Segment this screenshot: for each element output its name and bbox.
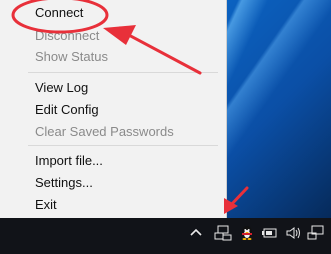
menu-item-view-log[interactable]: View Log: [35, 79, 88, 97]
menu-item-disconnect: Disconnect: [35, 27, 99, 45]
penguin-icon: [242, 226, 252, 240]
battery-icon[interactable]: [261, 224, 279, 242]
menu-item-label: Import file...: [35, 153, 103, 168]
menu-separator: [28, 72, 218, 73]
menu-item-label: Exit: [35, 197, 57, 212]
menu-item-label: Edit Config: [35, 102, 99, 117]
chevron-up-icon: [190, 228, 202, 236]
context-menu: Connect Disconnect Show Status View Log …: [0, 0, 227, 218]
menu-item-exit[interactable]: Exit: [35, 196, 57, 214]
menu-item-settings[interactable]: Settings...: [35, 174, 93, 192]
penguin-icon[interactable]: [238, 224, 256, 242]
volume-icon[interactable]: [284, 224, 302, 242]
menu-item-label: Connect: [35, 5, 84, 20]
menu-item-label: Show Status: [35, 49, 108, 64]
menu-item-clear-saved-passwords: Clear Saved Passwords: [35, 123, 174, 141]
menu-item-show-status: Show Status: [35, 48, 108, 66]
battery-icon: [262, 228, 277, 238]
network-icon: [214, 225, 232, 241]
menu-item-label: View Log: [35, 80, 89, 95]
chevron-up-icon[interactable]: [187, 224, 205, 242]
menu-item-label: Disconnect: [35, 28, 100, 43]
menu-item-label: Settings...: [35, 175, 93, 190]
menu-item-connect[interactable]: Connect: [35, 4, 83, 22]
menu-item-label: Clear Saved Passwords: [35, 124, 174, 139]
wired-network-icon[interactable]: [306, 224, 328, 242]
menu-item-import-file[interactable]: Import file...: [35, 152, 103, 170]
menu-item-edit-config[interactable]: Edit Config: [35, 101, 99, 119]
menu-separator: [28, 145, 218, 146]
wired-network-icon: [307, 225, 324, 240]
volume-icon: [286, 227, 300, 239]
network-icon[interactable]: [212, 224, 234, 242]
taskbar: [0, 218, 331, 254]
